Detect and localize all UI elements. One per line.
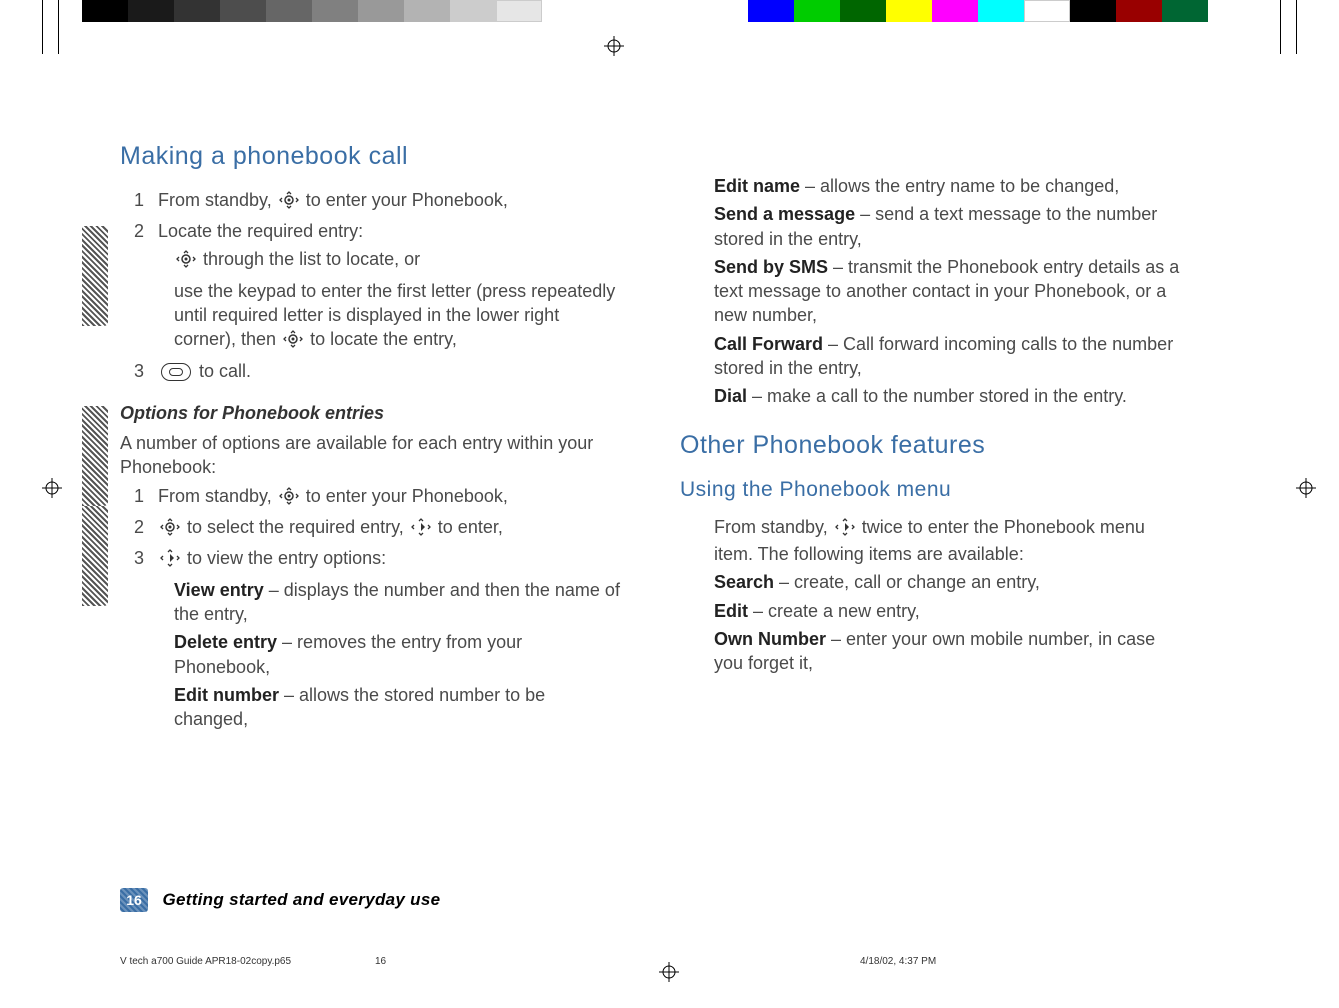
step-text: to enter your Phonebook,: [301, 190, 508, 210]
opt-key: Send a message: [714, 204, 855, 224]
thumb-tab: [82, 406, 108, 506]
opt-key: Dial: [714, 386, 747, 406]
step-3: 3 to call.: [134, 359, 620, 383]
color-bar: [748, 0, 1208, 22]
nav-key-icon: [279, 191, 299, 215]
menu-own-number: Own Number – enter your own mobile numbe…: [714, 627, 1180, 676]
right-column: Edit name – allows the entry name to be …: [680, 140, 1180, 735]
grayscale-bar: [82, 0, 542, 22]
opt-delete: Delete entry – removes the entry from yo…: [174, 630, 620, 679]
call-key-icon: [161, 363, 191, 381]
doc-filename: V tech a700 Guide APR18-02copy.p65: [120, 956, 291, 967]
nav-right-icon: [160, 549, 180, 573]
step-text: through the list to locate, or: [198, 249, 420, 269]
opt-edit-number: Edit number – allows the stored number t…: [174, 683, 620, 732]
heading-making-call: Making a phonebook call: [120, 140, 620, 174]
step-number: 3: [134, 359, 158, 383]
nav-key-icon: [279, 487, 299, 511]
opt-key: Delete entry: [174, 632, 277, 652]
subheading-options: Options for Phonebook entries: [120, 401, 620, 425]
opt-key: Send by SMS: [714, 257, 828, 277]
opt-view: View entry – displays the number and the…: [174, 578, 620, 627]
step-text: From standby,: [158, 190, 277, 210]
opt-call-forward: Call Forward – Call forward incoming cal…: [714, 332, 1180, 381]
content: Making a phonebook call 1 From standby, …: [120, 140, 1180, 735]
step-text: to select the required entry,: [182, 517, 409, 537]
opt-dial: Dial – make a call to the number stored …: [714, 384, 1180, 408]
left-column: Making a phonebook call 1 From standby, …: [120, 140, 620, 735]
step-text: to call.: [194, 361, 251, 381]
text: From standby,: [714, 517, 833, 537]
menu-intro: From standby, twice to enter the Phonebo…: [714, 515, 1180, 567]
crop-mark: [1296, 0, 1297, 54]
registration-mark-icon: [604, 36, 624, 56]
crop-mark: [58, 0, 59, 54]
menu-key: Search: [714, 572, 774, 592]
menu-key: Own Number: [714, 629, 826, 649]
step-2b: use the keypad to enter the first letter…: [174, 279, 620, 355]
opt-val: – allows the entry name to be changed,: [800, 176, 1119, 196]
step-number: 3: [134, 546, 158, 573]
opt-key: View entry: [174, 580, 264, 600]
step-number: 1: [134, 188, 158, 215]
heading-other-features: Other Phonebook features: [680, 429, 1180, 463]
opt-key: Call Forward: [714, 334, 823, 354]
step-text: From standby,: [158, 486, 277, 506]
step-1: 1 From standby, to enter your Phonebook,: [134, 188, 620, 215]
options-intro: A number of options are available for ea…: [120, 431, 620, 480]
registration-mark-icon: [42, 478, 62, 498]
nav-right-icon: [411, 518, 431, 542]
opt-key: Edit name: [714, 176, 800, 196]
step-text: to locate the entry,: [305, 329, 457, 349]
thumb-tab: [82, 226, 108, 326]
menu-val: – create a new entry,: [748, 601, 920, 621]
menu-search: Search – create, call or change an entry…: [714, 570, 1180, 594]
thumb-tab: [82, 506, 108, 606]
step-number: 2: [134, 515, 158, 542]
heading-phonebook-menu: Using the Phonebook menu: [680, 476, 1180, 504]
nav-key-icon: [176, 250, 196, 274]
nav-key-icon: [283, 330, 303, 354]
menu-edit: Edit – create a new entry,: [714, 599, 1180, 623]
opt-send-sms: Send by SMS – transmit the Phonebook ent…: [714, 255, 1180, 328]
crop-mark: [1280, 0, 1281, 54]
step-text: to enter,: [433, 517, 503, 537]
doc-meta: V tech a700 Guide APR18-02copy.p65 16 4/…: [120, 956, 1180, 967]
nav-right-icon: [835, 518, 855, 542]
opt-edit-name: Edit name – allows the entry name to be …: [714, 174, 1180, 198]
crop-mark: [42, 0, 43, 54]
opt-val: – make a call to the number stored in th…: [747, 386, 1127, 406]
nav-key-icon: [160, 518, 180, 542]
doc-date: 4/18/02, 4:37 PM: [860, 956, 936, 967]
page: Making a phonebook call 1 From standby, …: [0, 0, 1339, 1008]
step-text: to enter your Phonebook,: [301, 486, 508, 506]
option-step-1: 1 From standby, to enter your Phonebook,: [134, 484, 620, 511]
chapter-title: Getting started and everyday use: [162, 890, 440, 909]
option-step-2: 2 to select the required entry, to enter…: [134, 515, 620, 542]
menu-key: Edit: [714, 601, 748, 621]
registration-mark-icon: [1296, 478, 1316, 498]
footer: 16 Getting started and everyday use: [120, 888, 1180, 912]
step-2a: through the list to locate, or: [174, 247, 620, 274]
step-2: 2 Locate the required entry:: [134, 219, 620, 243]
opt-send-message: Send a message – send a text message to …: [714, 202, 1180, 251]
doc-page: 16: [375, 956, 386, 967]
step-number: 1: [134, 484, 158, 511]
page-number-badge: 16: [120, 888, 148, 912]
step-text: to view the entry options:: [182, 548, 386, 568]
step-number: 2: [134, 219, 158, 243]
step-text: Locate the required entry:: [158, 219, 620, 243]
opt-key: Edit number: [174, 685, 279, 705]
menu-val: – create, call or change an entry,: [774, 572, 1040, 592]
option-step-3: 3 to view the entry options:: [134, 546, 620, 573]
